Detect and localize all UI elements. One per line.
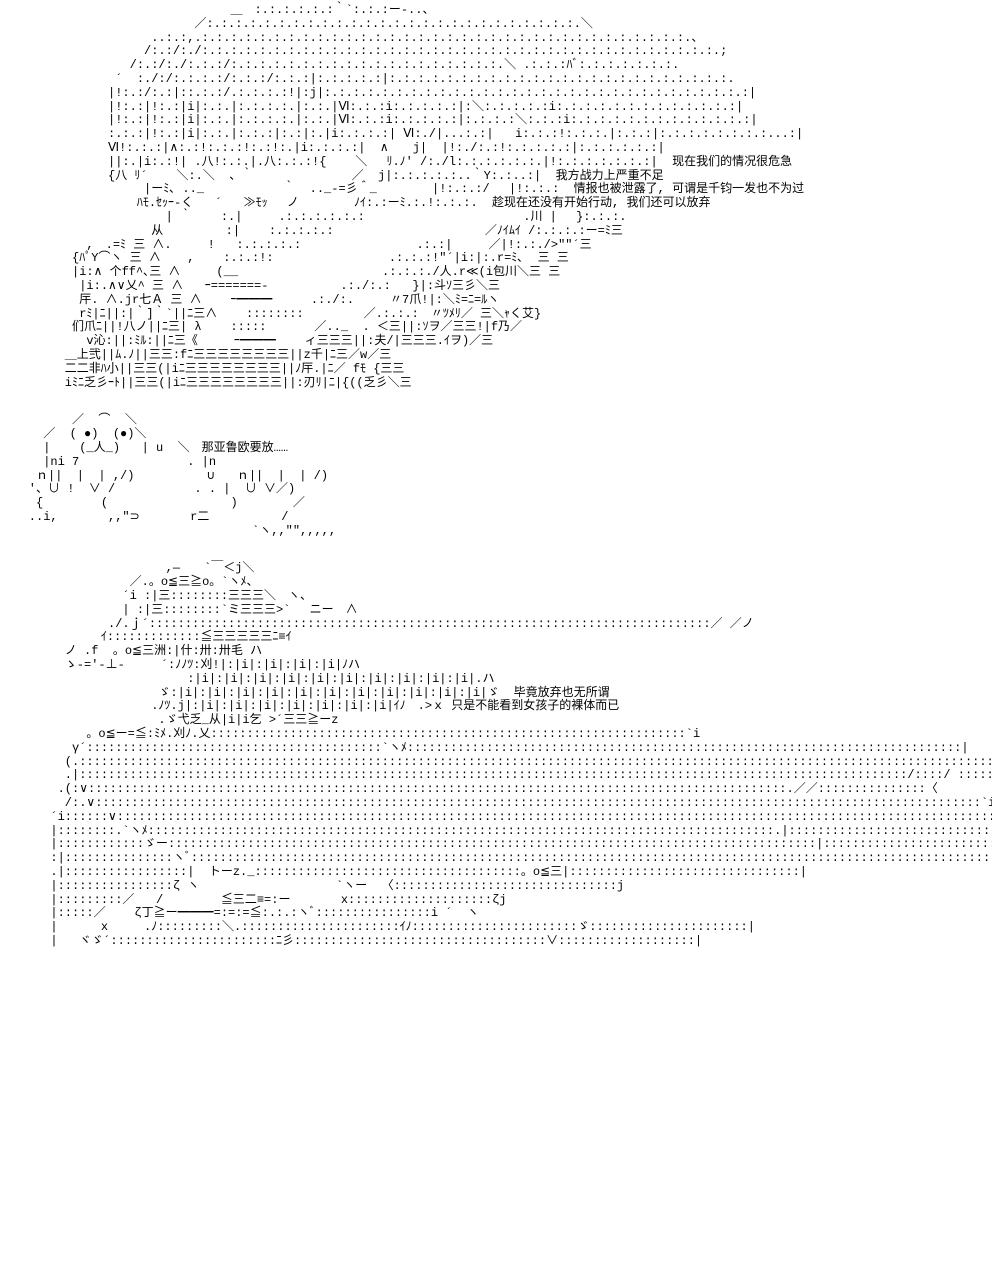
ascii-art-2: ／ ⌒ ＼ ／ ( ●) (●)＼ | (_人_) | u ＼ 那亚鲁欧要放……… <box>0 414 992 538</box>
panel-1: ＿ :.:.:.:.:.:｀`:.:.:ー-..、 ／:.:.:.:.:.:.:… <box>0 0 992 410</box>
page-content: ＿ :.:.:.:.:.:｀`:.:.:ー-..、 ／:.:.:.:.:.:.:… <box>0 0 992 1268</box>
panel-2: ／ ⌒ ＼ ／ ( ●) (●)＼ | (_人_) | u ＼ 那亚鲁欧要放……… <box>0 410 992 558</box>
panel-3: ,― `￣＜j＼ ／.。o≦三≧o。`ヽﾒ、 ´i :|三::::::::三三三… <box>0 558 992 968</box>
ascii-art-3: ,― `￣＜j＼ ／.。o≦三≧o。`ヽﾒ、 ´i :|三::::::::三三三… <box>0 562 992 948</box>
ascii-art-1: ＿ :.:.:.:.:.:｀`:.:.:ー-..、 ／:.:.:.:.:.:.:… <box>0 4 992 390</box>
